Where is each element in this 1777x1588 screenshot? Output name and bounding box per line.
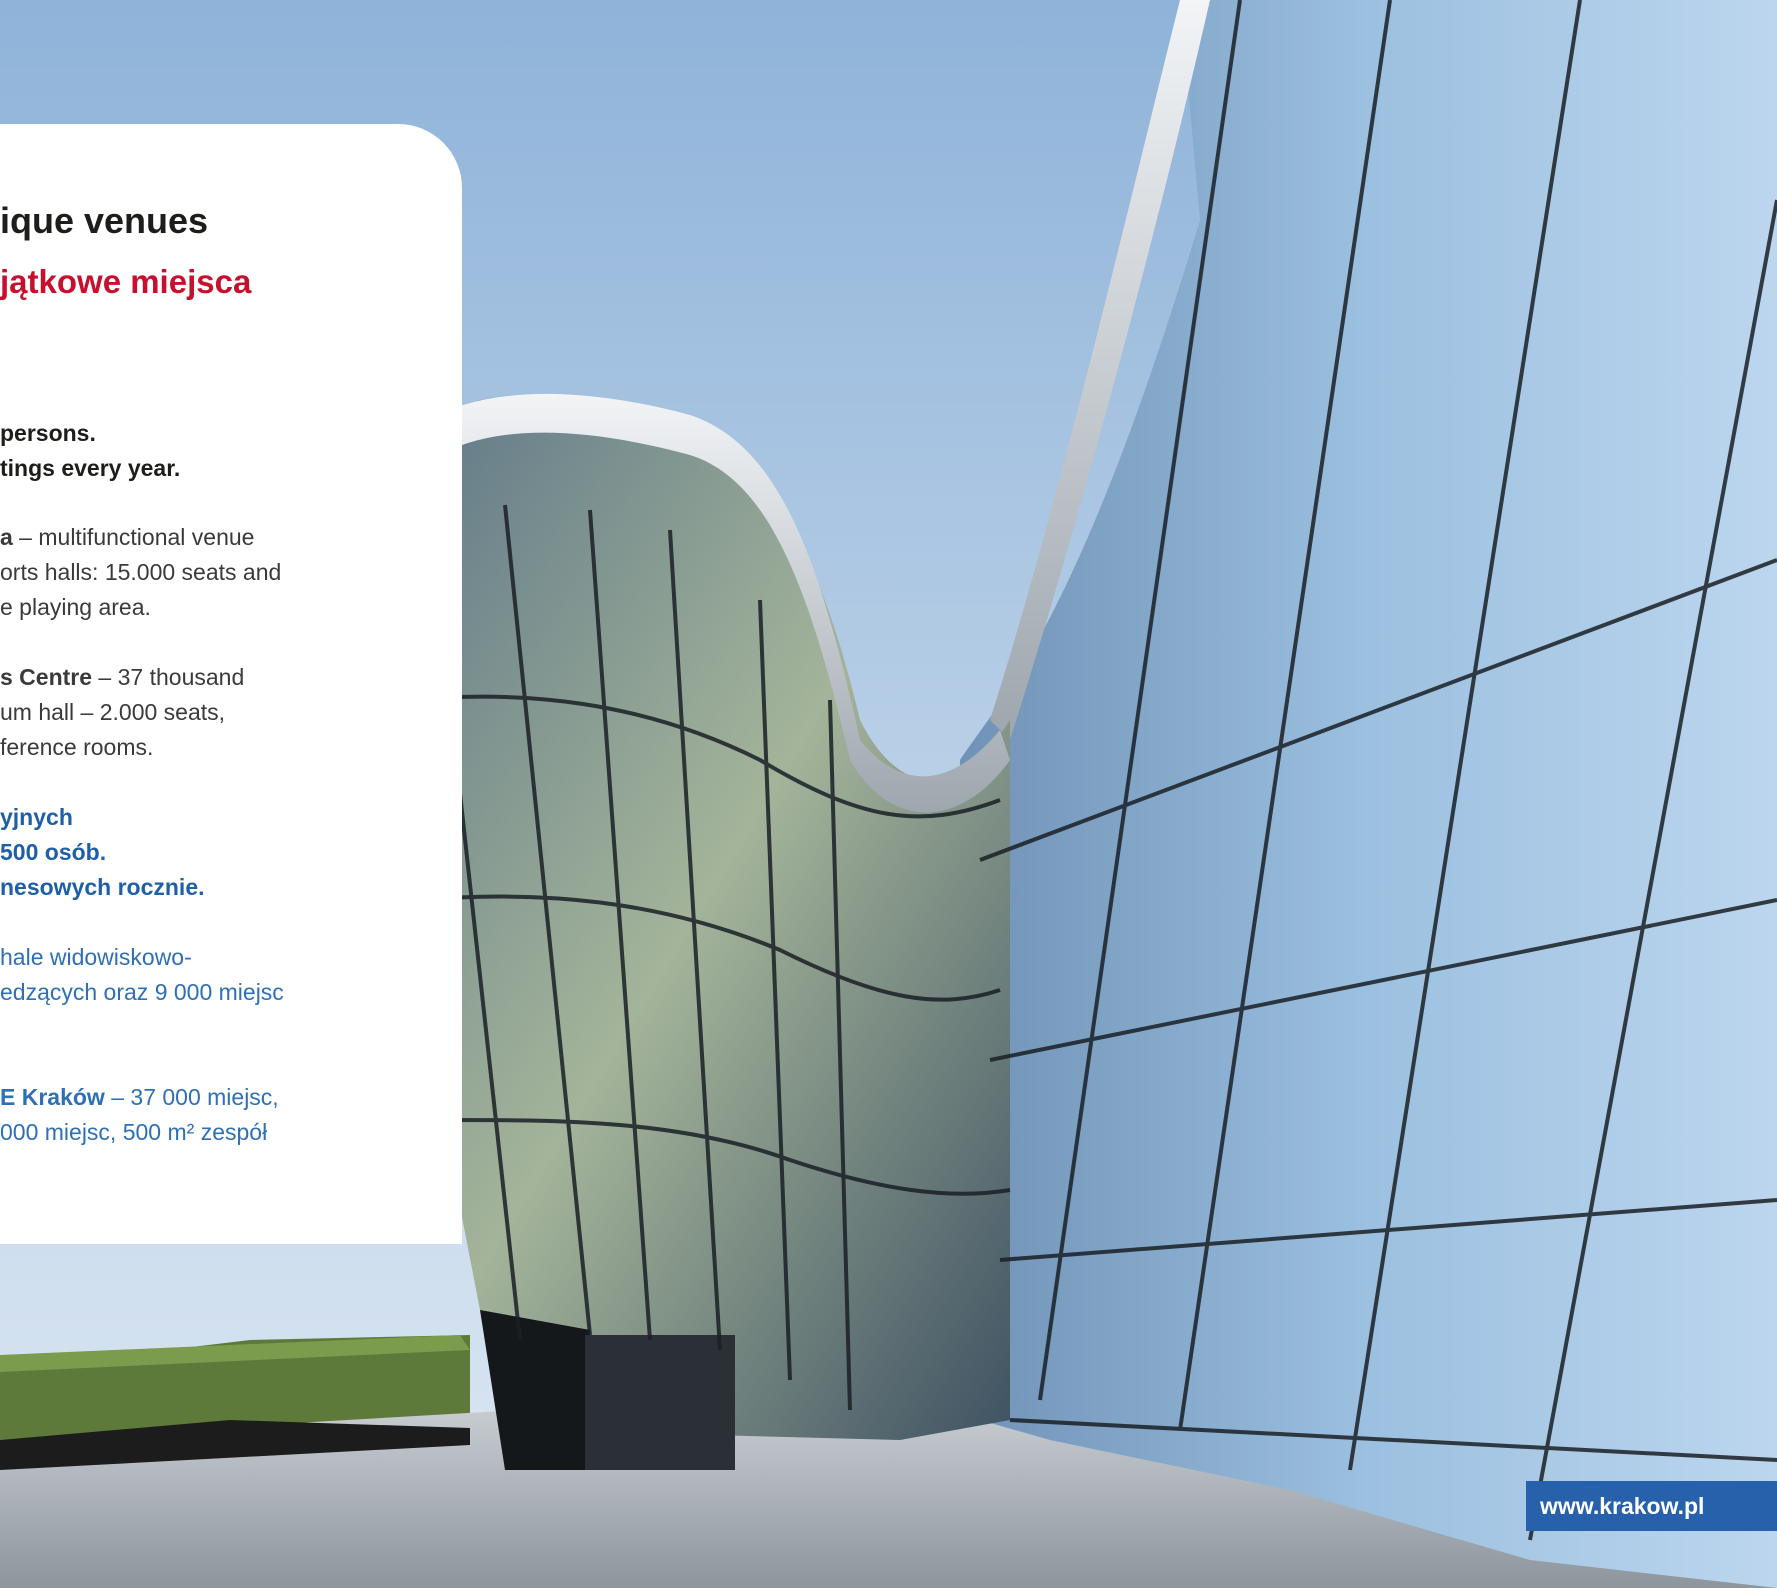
english-arena-line-1: a – multifunctional venue (0, 520, 254, 555)
english-centre-line-2: um hall – 2.000 seats, (0, 699, 226, 725)
polish-stat-line-1: yjnych (0, 804, 73, 830)
english-centre-desc: – 37 thousand (92, 664, 245, 690)
polish-centre-line-2: 000 miejsc, 500 m² zespół (0, 1119, 268, 1145)
polish-stat-line-3: nesowych rocznie. (0, 874, 205, 900)
website-link[interactable]: www.krakow.pl (1526, 1481, 1777, 1531)
polish-centre-line-1: E Kraków – 37 000 miejsc, (0, 1080, 279, 1115)
english-centre-line-1: s Centre – 37 thousand (0, 660, 244, 695)
english-arena-line-2: orts halls: 15.000 seats and (0, 559, 282, 585)
english-arena-desc: – multifunctional venue (12, 524, 255, 550)
english-arena-name: a (0, 524, 13, 550)
english-stat-line-1: persons. (0, 420, 96, 446)
heading-polish: jątkowe miejsca (0, 263, 252, 300)
polish-centre-desc: – 37 000 miejsc, (104, 1084, 279, 1110)
polish-stat-line-2: 500 osób. (0, 839, 107, 865)
polish-centre-name: E Kraków (0, 1084, 105, 1110)
english-centre-line-3: ference rooms. (0, 734, 154, 760)
polish-arena-line-1: hale widowiskowo- (0, 944, 192, 970)
english-arena-line-3: e playing area. (0, 594, 151, 620)
heading-english: ique venues (0, 200, 209, 241)
venues-info-card: ique venues jątkowe miejsca persons. tin… (0, 124, 462, 1244)
english-stat-line-2: tings every year. (0, 455, 181, 481)
polish-arena-line-2: edzących oraz 9 000 miejsc (0, 979, 284, 1005)
english-centre-name: s Centre (0, 664, 93, 690)
